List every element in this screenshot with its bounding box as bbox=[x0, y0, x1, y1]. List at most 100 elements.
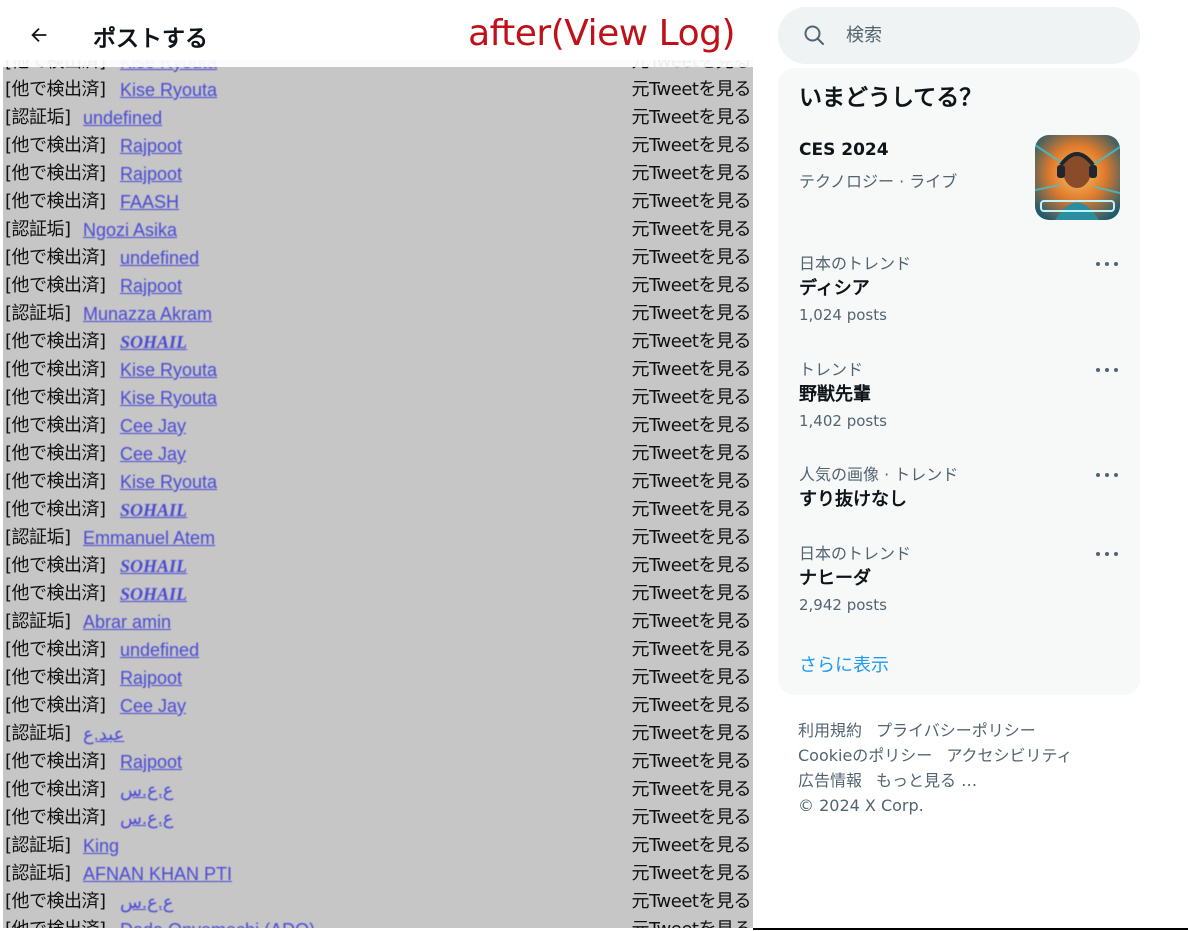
log-row: [他で検出済] Kise Ryouta 元Tweetを見る bbox=[3, 468, 753, 496]
log-row-user-link[interactable]: Rajpoot bbox=[120, 272, 182, 300]
view-original-tweet-link[interactable]: 元Tweetを見る bbox=[632, 552, 752, 580]
trend-item[interactable]: 人気の画像 · トレンド すり抜けなし bbox=[778, 461, 1140, 521]
log-row: [他で検出済] undefined 元Tweetを見る bbox=[3, 244, 753, 272]
search-input[interactable] bbox=[846, 21, 1116, 49]
view-original-tweet-link[interactable]: 元Tweetを見る bbox=[632, 608, 752, 636]
more-options-icon[interactable] bbox=[1096, 544, 1118, 564]
more-options-icon[interactable] bbox=[1096, 360, 1118, 380]
log-row-tag: [他で検出済] bbox=[5, 247, 106, 268]
copyright: © 2024 X Corp. bbox=[798, 796, 924, 815]
view-original-tweet-link[interactable]: 元Tweetを見る bbox=[632, 244, 752, 272]
search-box[interactable] bbox=[778, 7, 1140, 64]
terms-link[interactable]: 利用規約 bbox=[798, 721, 862, 740]
log-list: [他で検出済] Kise Ryouta 元Tweetを見る [他で検出済] Kise R… bbox=[3, 60, 753, 928]
log-row-user-link[interactable]: ع.ع.س bbox=[120, 804, 173, 832]
log-row-user-link[interactable]: Munazza Akram bbox=[83, 300, 212, 328]
overlay-annotation-label: after(View Log) bbox=[468, 13, 735, 54]
log-row-user-link[interactable]: Rajpoot bbox=[120, 748, 182, 776]
log-row-tag: [他で検出済] bbox=[5, 79, 106, 100]
trend-category: トレンド bbox=[799, 360, 864, 379]
log-row-user-link[interactable]: FAASH bbox=[120, 188, 179, 216]
view-original-tweet-link[interactable]: 元Tweetを見る bbox=[632, 468, 752, 496]
more-link[interactable]: もっと見る … bbox=[876, 771, 977, 790]
event-thumbnail-image bbox=[1035, 135, 1120, 220]
log-row: [他で検出済] Rajpoot 元Tweetを見る bbox=[3, 664, 753, 692]
log-row-user-link[interactable]: undefined bbox=[83, 104, 162, 132]
log-row-user-link[interactable]: Ngozi Asika bbox=[83, 216, 177, 244]
log-row-user-link[interactable]: Dada Onyemechi (ADO) bbox=[120, 916, 315, 928]
view-original-tweet-link[interactable]: 元Tweetを見る bbox=[632, 356, 752, 384]
log-row-user-link[interactable]: Rajpoot bbox=[120, 664, 182, 692]
log-row: [他で検出済] Rajpoot 元Tweetを見る bbox=[3, 160, 753, 188]
log-row-user-link[interactable]: Kise Ryouta bbox=[120, 76, 217, 104]
more-options-icon[interactable] bbox=[1096, 254, 1118, 274]
log-row-user-link[interactable]: ع.ع.س bbox=[120, 888, 173, 916]
view-original-tweet-link[interactable]: 元Tweetを見る bbox=[632, 916, 752, 928]
show-more-link[interactable]: さらに表示 bbox=[799, 651, 889, 677]
trend-item[interactable]: 日本のトレンド ナヒーダ 2,942 posts bbox=[778, 540, 1140, 630]
log-row-user-link[interactable]: Kise Ryouta bbox=[120, 468, 217, 496]
trend-item[interactable]: トレンド 野獣先輩 1,402 posts bbox=[778, 356, 1140, 446]
view-original-tweet-link[interactable]: 元Tweetを見る bbox=[632, 580, 752, 608]
view-original-tweet-link[interactable]: 元Tweetを見る bbox=[632, 76, 752, 104]
log-row-user-link[interactable]: undefined bbox=[120, 244, 199, 272]
log-row-user-link[interactable]: SOHAIL bbox=[120, 552, 187, 580]
log-row-tag: [他で検出済] bbox=[5, 415, 106, 436]
view-original-tweet-link[interactable]: 元Tweetを見る bbox=[632, 132, 752, 160]
log-row-user-link[interactable]: SOHAIL bbox=[120, 328, 187, 356]
log-row-user-link[interactable]: undefined bbox=[120, 636, 199, 664]
view-original-tweet-link[interactable]: 元Tweetを見る bbox=[632, 216, 752, 244]
view-original-tweet-link[interactable]: 元Tweetを見る bbox=[632, 104, 752, 132]
log-row-user-link[interactable]: Rajpoot bbox=[120, 132, 182, 160]
view-original-tweet-link[interactable]: 元Tweetを見る bbox=[632, 272, 752, 300]
log-row-user-link[interactable]: Kise Ryouta bbox=[120, 384, 217, 412]
log-row-user-link[interactable]: SOHAIL bbox=[120, 496, 187, 524]
view-original-tweet-link[interactable]: 元Tweetを見る bbox=[632, 300, 752, 328]
back-button[interactable] bbox=[19, 15, 59, 55]
privacy-link[interactable]: プライバシーポリシー bbox=[876, 721, 1036, 740]
view-original-tweet-link[interactable]: 元Tweetを見る bbox=[632, 412, 752, 440]
log-row: [他で検出済] Kise Ryouta 元Tweetを見る bbox=[3, 356, 753, 384]
log-row-user-link[interactable]: Rajpoot bbox=[120, 160, 182, 188]
view-original-tweet-link[interactable]: 元Tweetを見る bbox=[632, 664, 752, 692]
log-row: [認証垢] AFNAN KHAN PTI 元Tweetを見る bbox=[3, 860, 753, 888]
view-original-tweet-link[interactable]: 元Tweetを見る bbox=[632, 384, 752, 412]
trend-post-count: 1,402 posts bbox=[799, 412, 887, 430]
view-original-tweet-link[interactable]: 元Tweetを見る bbox=[632, 188, 752, 216]
log-row-user-link[interactable]: Cee Jay bbox=[120, 692, 186, 720]
accessibility-link[interactable]: アクセシビリティ bbox=[946, 746, 1072, 765]
view-original-tweet-link[interactable]: 元Tweetを見る bbox=[632, 328, 752, 356]
view-original-tweet-link[interactable]: 元Tweetを見る bbox=[632, 496, 752, 524]
ads-info-link[interactable]: 広告情報 bbox=[798, 771, 862, 790]
trend-item[interactable]: 日本のトレンド ディシア 1,024 posts bbox=[778, 250, 1140, 340]
view-original-tweet-link[interactable]: 元Tweetを見る bbox=[632, 160, 752, 188]
log-row-user-link[interactable]: SOHAIL bbox=[120, 580, 187, 608]
whats-happening-title: いまどうしてる？ bbox=[799, 85, 983, 111]
log-row-user-link[interactable]: Cee Jay bbox=[120, 440, 186, 468]
view-original-tweet-link[interactable]: 元Tweetを見る bbox=[632, 748, 752, 776]
view-original-tweet-link[interactable]: 元Tweetを見る bbox=[632, 524, 752, 552]
log-row-user-link[interactable]: AFNAN KHAN PTI bbox=[83, 860, 232, 888]
view-original-tweet-link[interactable]: 元Tweetを見る bbox=[632, 860, 752, 888]
view-original-tweet-link[interactable]: 元Tweetを見る bbox=[632, 832, 752, 860]
log-row-user-link[interactable]: Cee Jay bbox=[120, 412, 186, 440]
page: [他で検出済] Kise Ryouta 元Tweetを見る [他で検出済] Kise R… bbox=[0, 0, 1188, 931]
view-original-tweet-link[interactable]: 元Tweetを見る bbox=[632, 720, 752, 748]
view-original-tweet-link[interactable]: 元Tweetを見る bbox=[632, 440, 752, 468]
view-original-tweet-link[interactable]: 元Tweetを見る bbox=[632, 888, 752, 916]
log-row-user-link[interactable]: عبد.ع bbox=[83, 720, 124, 748]
more-options-icon[interactable] bbox=[1096, 465, 1118, 485]
view-original-tweet-link[interactable]: 元Tweetを見る bbox=[632, 692, 752, 720]
view-original-tweet-link[interactable]: 元Tweetを見る bbox=[632, 804, 752, 832]
log-row-tag: [他で検出済] bbox=[5, 191, 106, 212]
view-original-tweet-link[interactable]: 元Tweetを見る bbox=[632, 636, 752, 664]
log-row-user-link[interactable]: Abrar amin bbox=[83, 608, 171, 636]
cookie-policy-link[interactable]: Cookieのポリシー bbox=[798, 746, 932, 765]
trend-category: 日本のトレンド bbox=[799, 254, 912, 273]
view-original-tweet-link[interactable]: 元Tweetを見る bbox=[632, 776, 752, 804]
log-row-user-link[interactable]: ع.ع.س bbox=[120, 776, 173, 804]
log-row-user-link[interactable]: Kise Ryouta bbox=[120, 356, 217, 384]
log-row-tag: [他で検出済] bbox=[5, 499, 106, 520]
log-row-user-link[interactable]: Emmanuel Atem bbox=[83, 524, 215, 552]
log-row-user-link[interactable]: King bbox=[83, 832, 119, 860]
